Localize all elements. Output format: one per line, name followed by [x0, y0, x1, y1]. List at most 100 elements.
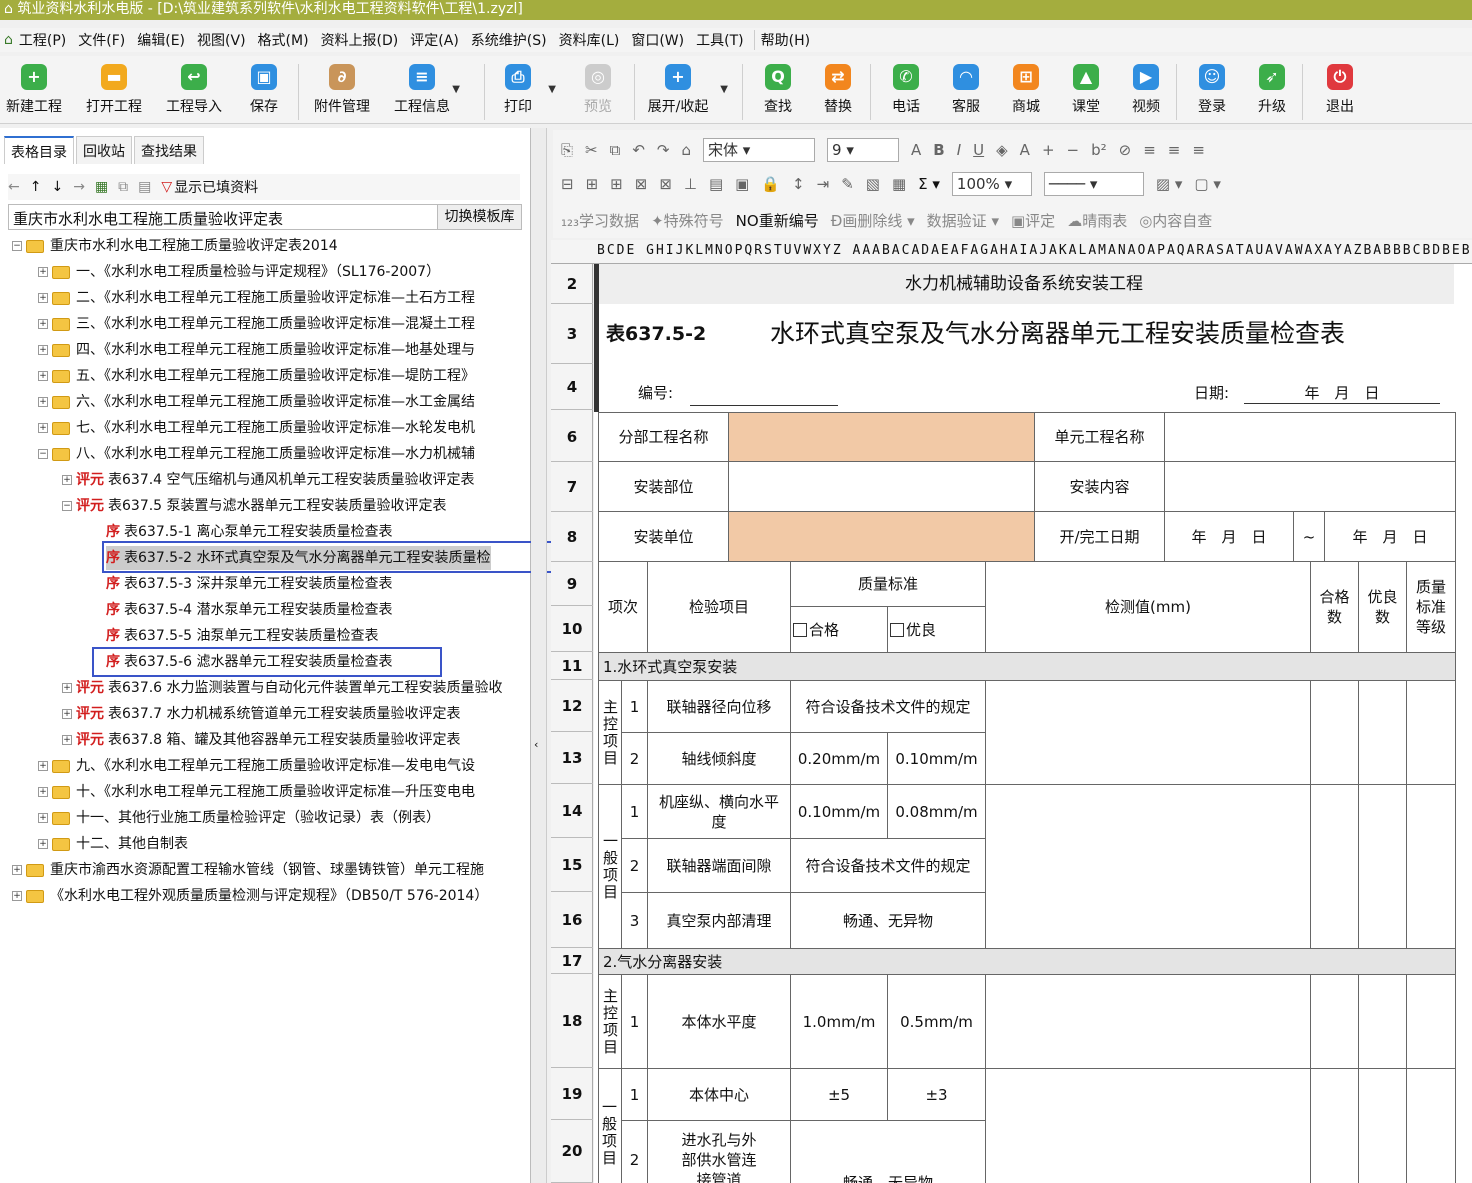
sum-icon[interactable]: Σ ▾ [918, 175, 940, 193]
row-number[interactable]: 18 [551, 974, 593, 1068]
tree-node[interactable]: + 评元 表637.8 箱、罐及其他容器单元工程安装质量验收评定表 [62, 728, 461, 752]
line-spacing-icon[interactable]: ↕ [792, 175, 805, 193]
self-check-button[interactable]: ◎内容自查 [1139, 210, 1212, 231]
tree-node[interactable]: + 十二、其他自制表 [38, 832, 188, 856]
lock-icon[interactable]: 🔒 [761, 175, 780, 193]
down-arrow-icon[interactable]: ↓ [51, 179, 63, 195]
checkbox-icon[interactable] [793, 622, 807, 637]
bold-button[interactable]: B [933, 141, 944, 159]
row-number[interactable]: 14 [551, 784, 593, 838]
row-number[interactable]: 6 [551, 412, 593, 462]
font-size-select[interactable]: 9 ▾ [827, 138, 899, 162]
chevron-down-icon[interactable]: ▼ [548, 84, 556, 95]
excellent-count-cell[interactable] [1358, 974, 1407, 1069]
date-field[interactable]: 年 月 日 [1244, 382, 1440, 404]
copy-icon[interactable]: ⧉ [610, 141, 621, 159]
row-number[interactable]: 10 [551, 606, 593, 652]
menu-system[interactable]: 系统维护(S) [465, 30, 553, 50]
delete-col-icon[interactable]: ⊠ [659, 175, 672, 193]
fraction-icon[interactable]: ⊘ [1119, 141, 1132, 159]
save-button[interactable]: ▣ 保存 [232, 62, 296, 122]
align-center-icon[interactable]: ≡ [1168, 141, 1181, 159]
row-number[interactable]: 4 [551, 364, 593, 410]
tree-node[interactable]: + 一、《水利水电工程质量检验与评定规程》（SL176-2007） [38, 260, 440, 284]
import-project-button[interactable]: ↩ 工程导入 [162, 62, 226, 122]
end-date-field[interactable]: 年 月 日 [1324, 511, 1456, 562]
start-date-field[interactable]: 年 月 日 [1164, 511, 1294, 562]
excellent-count-cell[interactable] [1358, 1068, 1407, 1183]
install-part-field[interactable] [728, 461, 1035, 512]
tree-leaf[interactable]: 序表637.5-4 潜水泵单元工程安装质量检查表 [106, 598, 393, 622]
tab-catalog[interactable]: 表格目录 [4, 136, 74, 164]
open-project-button[interactable]: ▬ 打开工程 [82, 62, 146, 122]
image-icon[interactable]: ▧ [866, 175, 880, 193]
service-button[interactable]: ◠ 客服 [934, 62, 998, 122]
excellent-checkbox[interactable]: 优良 [887, 606, 986, 653]
zoom-select[interactable]: 100% ▾ [951, 172, 1032, 196]
learn-data-button[interactable]: ₁₂₃学习数据 [561, 210, 639, 231]
row-number[interactable]: 16 [551, 892, 593, 948]
delete-row-icon[interactable]: ⊠ [635, 175, 648, 193]
pass-checkbox[interactable]: 合格 [790, 606, 888, 653]
copy-icon[interactable]: ⧉ [118, 179, 128, 195]
tree-node[interactable]: + 三、《水利水电工程单元工程施工质量验收评定标准—混凝土工程 [38, 312, 475, 336]
underline-button[interactable]: U [973, 141, 984, 159]
upgrade-button[interactable]: ➶ 升级 [1240, 62, 1304, 122]
fill-color-icon[interactable]: ◈ [996, 141, 1008, 159]
align-left-icon[interactable]: ≡ [1143, 141, 1156, 159]
menu-tools[interactable]: 工具(T) [690, 30, 749, 50]
tree-node[interactable]: + 四、《水利水电工程单元工程施工质量验收评定标准—地基处理与 [38, 338, 475, 362]
table-icon[interactable]: ▤ [138, 179, 151, 195]
tree-leaf[interactable]: 序表637.5-5 油泵单元工程安装质量检查表 [106, 624, 379, 648]
format-painter-icon[interactable]: ⌂ [681, 141, 691, 159]
tree-node[interactable]: + 重庆市渝西水资源配置工程输水管线（钢管、球墨铸铁管）单元工程施 [12, 858, 484, 882]
row-number[interactable]: 2 [551, 264, 593, 304]
menu-format[interactable]: 格式(M) [252, 30, 315, 50]
print-button[interactable]: ⎙ 打印 ▼ [486, 62, 556, 122]
border-icon[interactable]: ▨ ▾ [1156, 175, 1182, 193]
pass-count-cell[interactable] [1310, 974, 1359, 1069]
grade-cell[interactable] [1406, 680, 1456, 785]
tree-node[interactable]: + 《水利水电工程外观质量质量检测与评定规程》（DB50/T 576-2014） [12, 884, 488, 908]
show-filled-toggle[interactable]: 显示已填资料 [174, 177, 258, 197]
row-number[interactable]: 9 [551, 562, 593, 606]
row-number[interactable]: 13 [551, 732, 593, 784]
pass-count-cell[interactable] [1310, 1068, 1359, 1183]
sub-project-field[interactable] [728, 412, 1035, 462]
menu-window[interactable]: 窗口(W) [625, 30, 690, 50]
calc-icon[interactable]: ▦ [892, 175, 906, 193]
tree-node[interactable]: + 评元 表637.7 水力机械系统管道单元工程安装质量验收评定表 [62, 702, 461, 726]
shop-button[interactable]: ⊞ 商城 [994, 62, 1058, 122]
tab-search-results[interactable]: 查找结果 [134, 136, 204, 164]
exit-button[interactable]: ⏻ 退出 [1308, 62, 1372, 122]
excellent-count-cell[interactable] [1358, 680, 1407, 785]
row-number[interactable]: 7 [551, 462, 593, 512]
measure-cell[interactable] [985, 1068, 1311, 1183]
row-number[interactable]: 12 [551, 680, 593, 732]
switch-template-button[interactable]: 切换模板库 [437, 205, 521, 229]
excellent-count-cell[interactable] [1358, 784, 1407, 949]
back-arrow-icon[interactable]: ← [8, 179, 20, 195]
align-right-icon[interactable]: ≡ [1192, 141, 1205, 159]
row-number[interactable]: 11 [551, 652, 593, 680]
tree-node[interactable]: − 重庆市水利水电工程施工质量验收评定表2014 [12, 234, 338, 258]
remove-icon[interactable]: − [1067, 141, 1080, 159]
row-number[interactable]: 15 [551, 838, 593, 892]
data-validate-button[interactable]: 数据验证 ▾ [927, 210, 999, 231]
insert-row-icon[interactable]: ⊞ [586, 175, 599, 193]
menu-report[interactable]: 资料上报(D) [315, 30, 405, 50]
measure-cell[interactable] [985, 784, 1311, 949]
merge-icon[interactable]: ⊟ [561, 175, 574, 193]
tree-node[interactable]: + 七、《水利水电工程单元工程施工质量验收评定标准—水轮发电机 [38, 416, 475, 440]
brush-icon[interactable]: ✎ [841, 175, 854, 193]
grade-cell[interactable] [1406, 784, 1456, 949]
menu-file[interactable]: 文件(F) [72, 30, 131, 50]
font-size-icon[interactable]: A [911, 141, 921, 159]
expand-collapse-button[interactable]: + 展开/收起 ▼ [642, 62, 728, 122]
tab-recycle[interactable]: 回收站 [76, 136, 132, 164]
tree-node[interactable]: + 六、《水利水电工程单元工程施工质量验收评定标准—水工金属结 [38, 390, 475, 414]
cut-icon[interactable]: ✂ [585, 141, 598, 159]
tree-node[interactable]: + 十一、其他行业施工质量检验评定（验收记录）表（例表） [38, 806, 440, 830]
find-button[interactable]: Q 查找 [746, 62, 810, 122]
row-number[interactable]: 17 [551, 948, 593, 974]
